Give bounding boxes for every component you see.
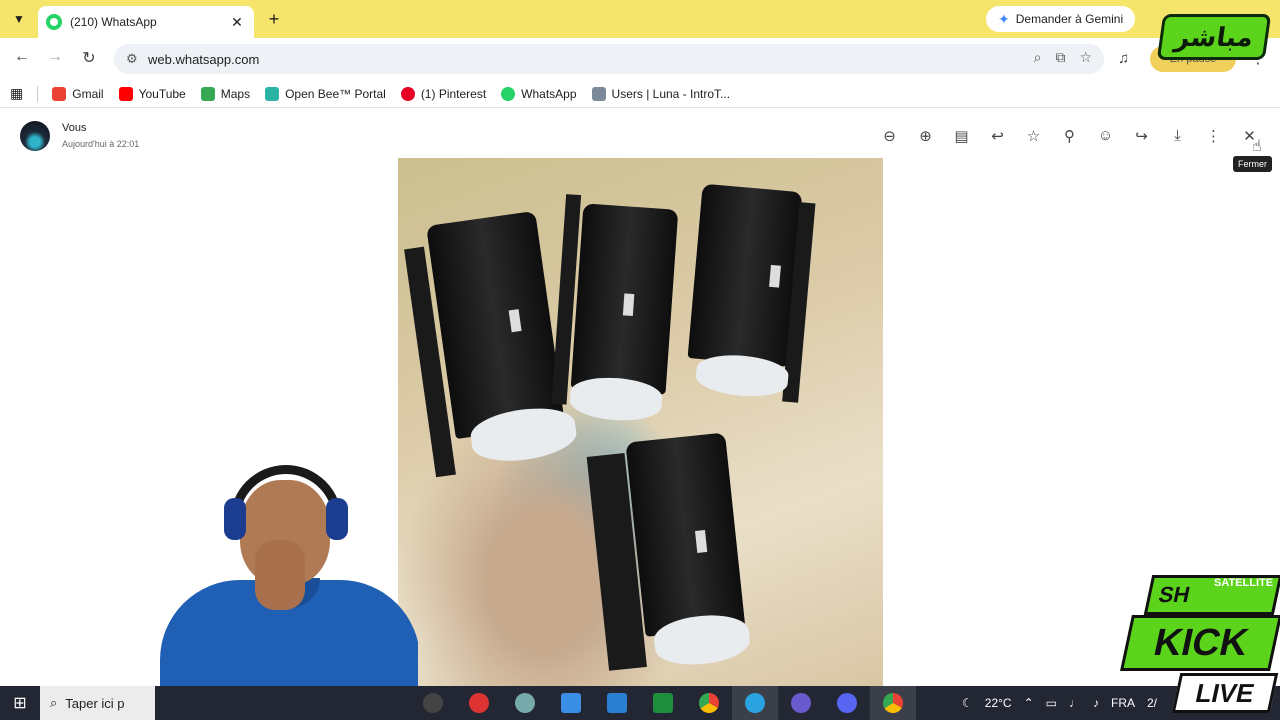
gmail-icon [52, 86, 67, 101]
youtube-icon [118, 86, 133, 101]
address-bar[interactable]: ⚙ web.whatsapp.com ⌕ ⧉ ☆ [114, 44, 1104, 74]
tray-chevron-icon[interactable]: ⌃ [1024, 696, 1034, 710]
reload-icon[interactable]: ↻ [78, 48, 100, 70]
volume-icon[interactable]: ♪ [1093, 696, 1099, 710]
media-control-icon[interactable]: ♫ [1118, 50, 1129, 67]
tab-search-chevron-icon[interactable]: ▼ [8, 8, 30, 30]
taskbar-explorer-app[interactable] [548, 686, 594, 720]
gemini-button[interactable]: ✦ Demander à Gemini [986, 6, 1136, 32]
temperature[interactable]: 22°C [985, 696, 1012, 710]
more-icon[interactable]: ⋮ [1204, 126, 1223, 145]
bookmark-gmail[interactable]: Gmail [52, 86, 104, 101]
mouse-cursor-icon: ☝ [1252, 138, 1262, 155]
tab-whatsapp[interactable]: (210) WhatsApp ✕ [38, 6, 254, 38]
os-taskbar: ⊞ ⌕ Taper ici p ☾ 22°C ⌃ ▭ ♩ ♪ FRA 2/ [0, 686, 1280, 720]
live-arabic-badge: مباشر [1156, 14, 1272, 60]
emoji-icon[interactable]: ☺ [1096, 126, 1115, 145]
kick-text: KICK [1120, 615, 1280, 671]
url-text: web.whatsapp.com [148, 51, 260, 67]
whatsapp-icon [501, 86, 516, 101]
new-tab-plus-icon[interactable]: + [264, 9, 284, 30]
star-icon[interactable]: ☆ [1024, 126, 1043, 145]
headphone-cup-left [224, 498, 246, 540]
taskbar-chrome-app-2[interactable] [870, 686, 916, 720]
tab-close-icon[interactable]: ✕ [228, 14, 246, 31]
search-icon: ⌕ [50, 695, 58, 710]
tab-title: (210) WhatsApp [70, 15, 157, 29]
bookmark-openbee[interactable]: Open Bee™ Portal [265, 86, 386, 101]
download-icon[interactable]: ⤓ [1168, 126, 1187, 145]
bookmark-label: YouTube [138, 86, 186, 101]
tab-strip: ▼ (210) WhatsApp ✕ + ✦ Demander à Gemini [0, 0, 1280, 38]
weather-moon-icon[interactable]: ☾ [962, 696, 973, 710]
gemini-sparkle-icon: ✦ [998, 10, 1010, 27]
zoom-icon[interactable]: ⌕ [1034, 49, 1042, 66]
apps-grid-icon[interactable]: ▦ [10, 85, 23, 102]
bookmark-pinterest[interactable]: (1) Pinterest [400, 86, 487, 101]
streamer-hand [255, 540, 305, 610]
taskbar-chrome-app[interactable] [686, 686, 732, 720]
back-arrow-icon[interactable]: ← [11, 48, 33, 70]
bookmark-star-icon[interactable]: ☆ [1079, 49, 1092, 66]
taskbar-tool-app[interactable] [502, 686, 548, 720]
taskbar-excel-app[interactable] [640, 686, 686, 720]
headphone-cup-right [326, 498, 348, 540]
pin-icon[interactable]: ⚲ [1060, 126, 1079, 145]
media-image[interactable] [398, 158, 883, 686]
bookmark-label: Users | Luna - IntroT... [611, 86, 731, 101]
taskbar-calculator-app[interactable] [594, 686, 640, 720]
taskbar-discord-app[interactable] [824, 686, 870, 720]
pinterest-icon [400, 86, 415, 101]
bookmark-label: Open Bee™ Portal [285, 86, 386, 101]
webcam-overlay [150, 460, 418, 686]
gemini-label: Demander à Gemini [1015, 12, 1124, 26]
bookmark-label: WhatsApp [521, 86, 577, 101]
openbee-icon [265, 86, 280, 101]
zoom-in-icon[interactable]: ⊕ [916, 126, 935, 145]
install-app-icon[interactable]: ⧉ [1055, 49, 1065, 66]
network-icon[interactable]: ▭ [1046, 696, 1057, 710]
whatsapp-favicon-icon [46, 14, 62, 30]
sender-name: Vous [62, 122, 87, 134]
table-icon [591, 86, 606, 101]
taskbar-recorder-app[interactable] [456, 686, 502, 720]
taskbar-satellite-app[interactable] [778, 686, 824, 720]
close-tooltip: Fermer [1233, 156, 1272, 172]
message-timestamp: Aujourd'hui à 22:01 [62, 139, 140, 149]
lnb-device [550, 194, 686, 432]
bookmark-label: (1) Pinterest [420, 86, 487, 101]
maps-icon [200, 86, 215, 101]
bookmark-luna[interactable]: Users | Luna - IntroT... [591, 86, 731, 101]
reply-icon[interactable]: ↩ [988, 126, 1007, 145]
avatar[interactable] [20, 121, 50, 151]
live-text: LIVE [1171, 673, 1279, 713]
lnb-device [674, 183, 823, 413]
bookmark-youtube[interactable]: YouTube [118, 86, 186, 101]
lnb-device [586, 430, 771, 686]
bookmark-label: Maps [220, 86, 251, 101]
caption-icon[interactable]: ▤ [952, 126, 971, 145]
windows-start-icon[interactable]: ⊞ [0, 693, 40, 713]
bookmarks-divider [37, 85, 39, 102]
forward-arrow-icon[interactable]: → [44, 48, 66, 70]
browser-toolbar: ← → ↻ ⚙ web.whatsapp.com ⌕ ⧉ ☆ ♫ En paus… [0, 38, 1280, 80]
viewer-toolbar: ⊖ ⊕ ▤ ↩ ☆ ⚲ ☺ ↪ ⤓ ⋮ ✕ [880, 126, 1259, 145]
bookmark-maps[interactable]: Maps [200, 86, 251, 101]
microphone-icon[interactable]: ♩ [1069, 696, 1081, 710]
zoom-out-icon[interactable]: ⊖ [880, 126, 899, 145]
search-placeholder: Taper ici p [65, 695, 125, 711]
bookmarks-bar: ▦ Gmail YouTube Maps Open Bee™ Portal (1… [0, 80, 1280, 108]
forward-icon[interactable]: ↪ [1132, 126, 1151, 145]
taskbar-telegram-app[interactable] [732, 686, 778, 720]
satellite-text: SATELLITE [1214, 577, 1274, 589]
taskbar-camera-app[interactable] [410, 686, 456, 720]
taskbar-search-input[interactable]: ⌕ Taper ici p [40, 686, 155, 720]
site-settings-icon[interactable]: ⚙ [126, 51, 148, 67]
bookmark-label: Gmail [72, 86, 104, 101]
bookmark-whatsapp[interactable]: WhatsApp [501, 86, 577, 101]
kick-live-badge: SH SATELLITE KICK LIVE [1118, 555, 1280, 720]
